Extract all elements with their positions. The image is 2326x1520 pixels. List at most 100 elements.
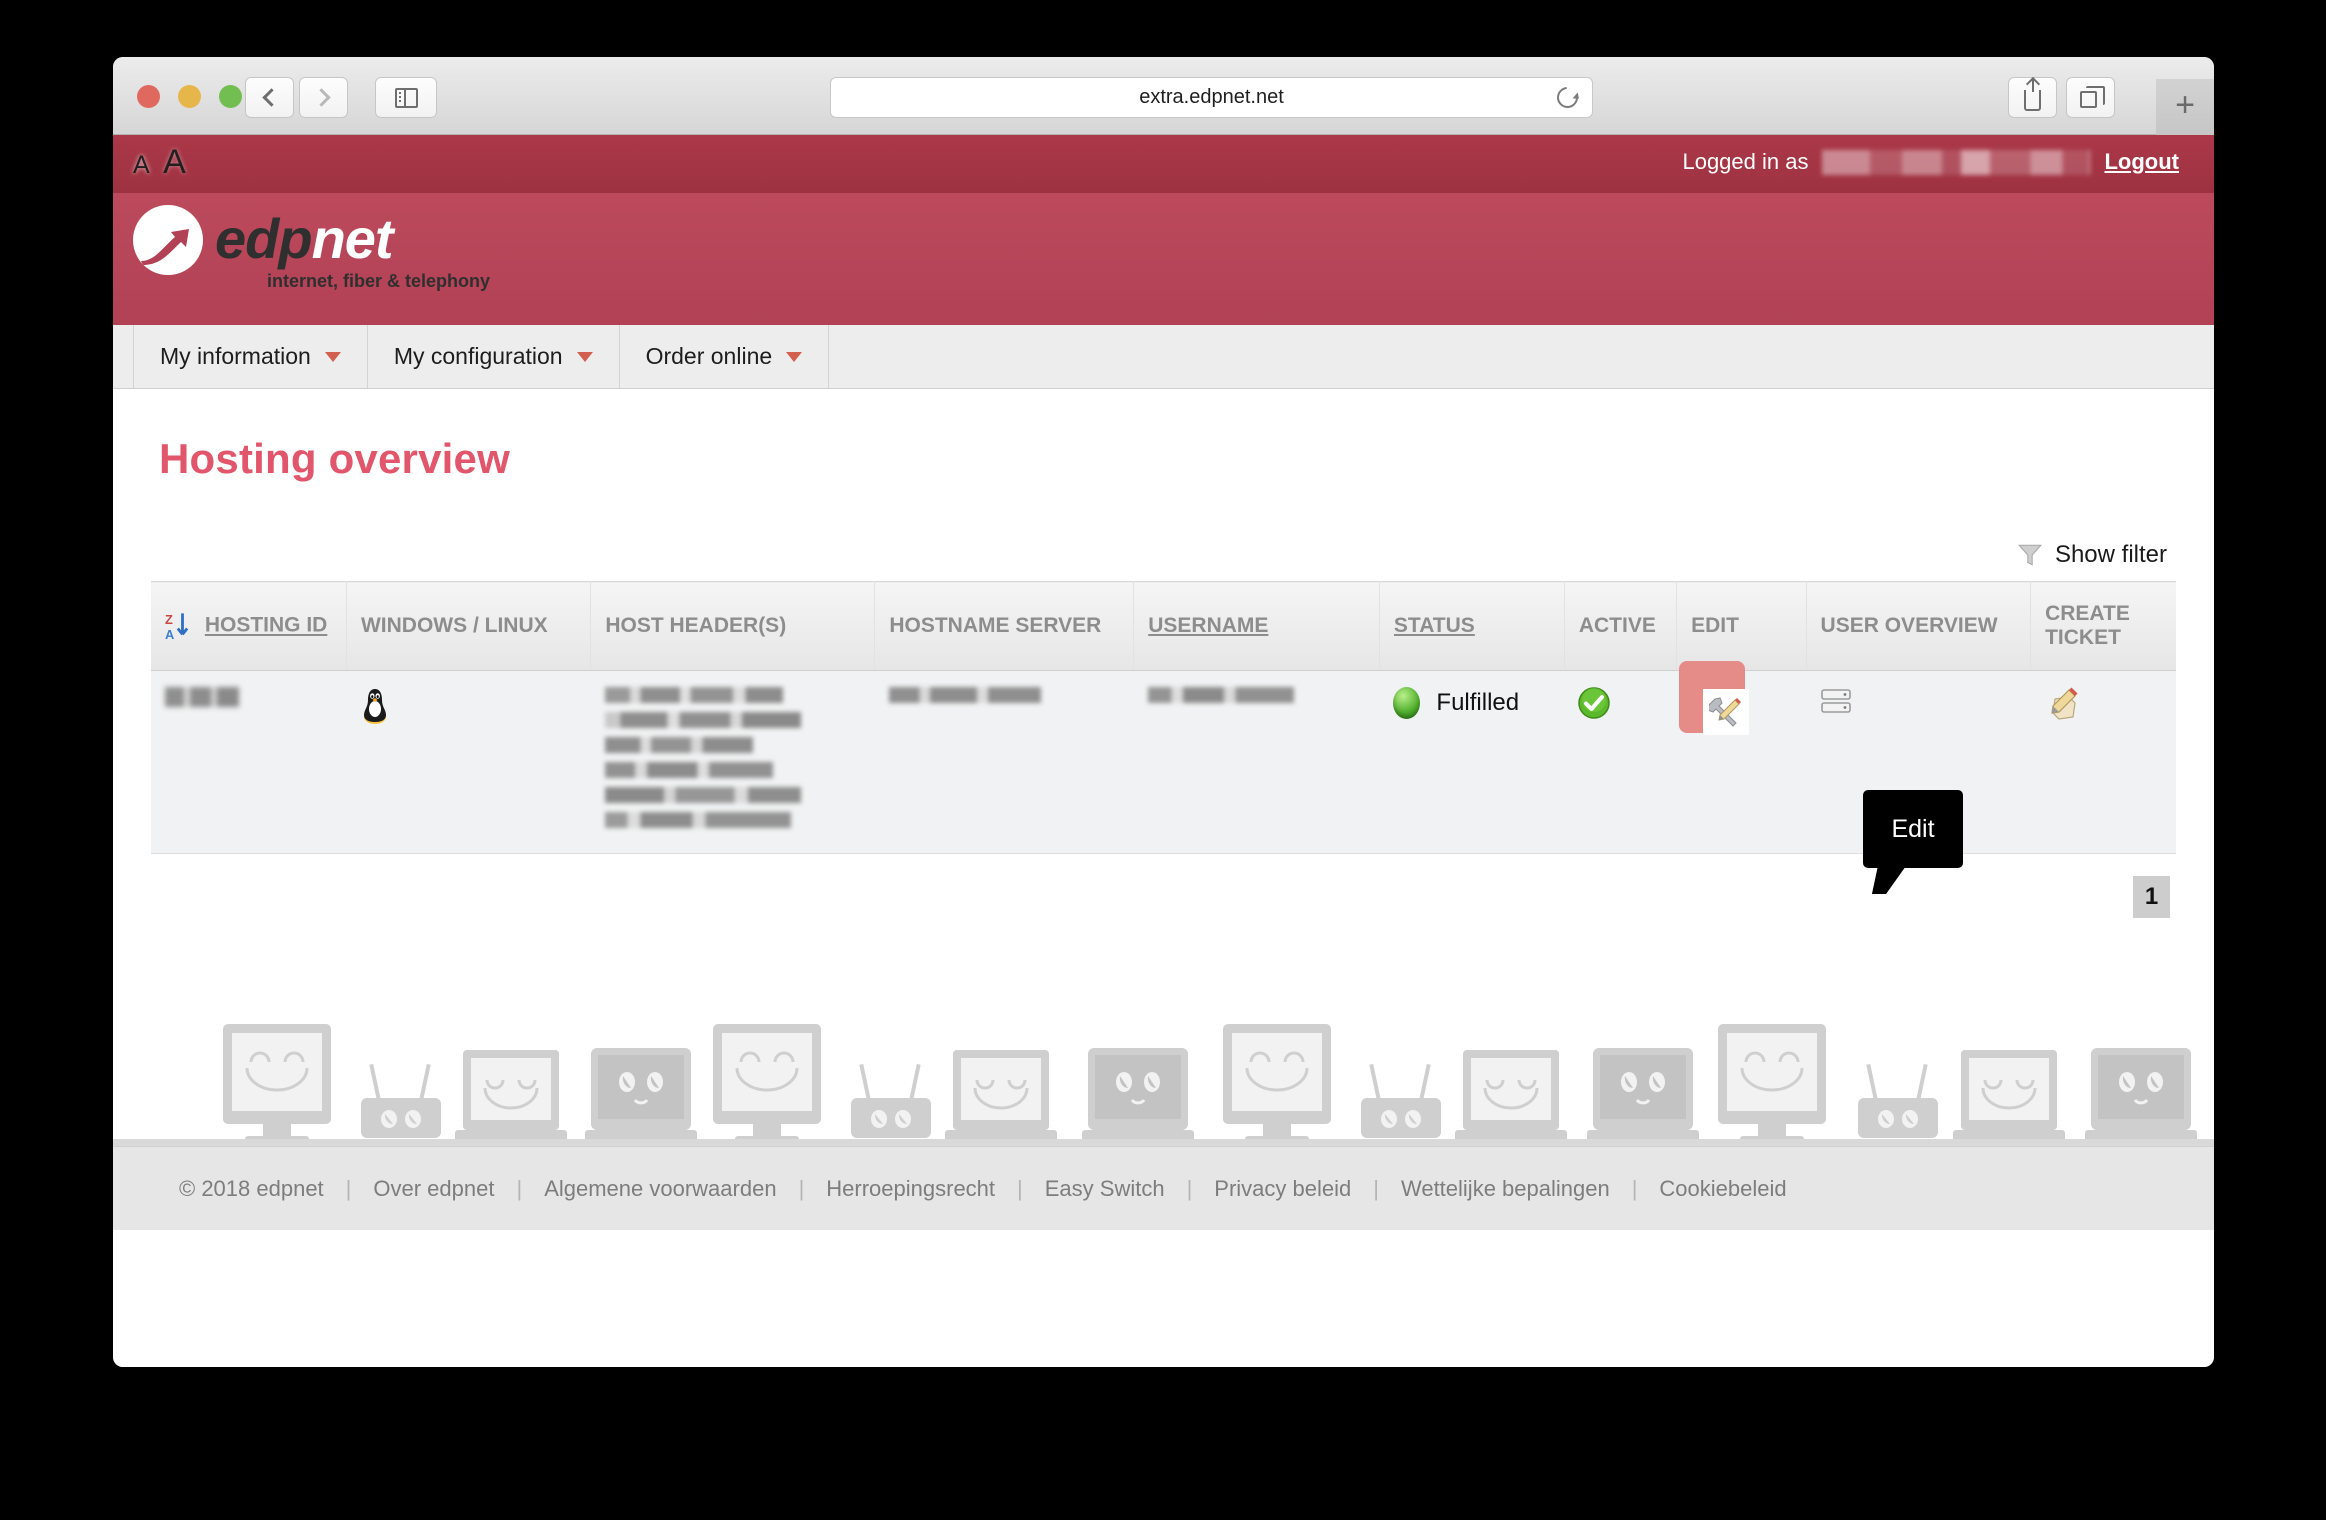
host-header-value <box>604 737 753 753</box>
footer-separator: | <box>516 1175 523 1201</box>
nav-label: Order online <box>645 343 773 369</box>
column-label: CREATE TICKET <box>2045 602 2130 649</box>
footer-separator: | <box>1631 1175 1638 1201</box>
column-label: WINDOWS / LINUX <box>360 614 548 637</box>
host-header-value <box>604 762 773 778</box>
site-footer: © 2018 edpnet | Over edpnet | Algemene v… <box>113 1146 2214 1230</box>
server-list-icon <box>1821 689 1851 713</box>
chevron-right-icon <box>312 88 331 107</box>
footer-link-easy-switch[interactable]: Easy Switch <box>1045 1176 1165 1202</box>
footer-separator: | <box>345 1175 352 1201</box>
browser-titlebar: extra.edpnet.net + <box>113 57 2214 135</box>
chevron-down-icon <box>324 351 341 362</box>
maximize-window-button[interactable] <box>219 85 242 108</box>
chevron-down-icon <box>786 351 803 362</box>
chevron-down-icon <box>576 351 593 362</box>
column-label: HOSTNAME SERVER <box>889 614 1102 637</box>
sidebar-icon <box>394 87 418 108</box>
tooltip-text: Edit <box>1891 814 1935 843</box>
footer-separator: | <box>1186 1175 1193 1201</box>
back-button[interactable] <box>245 77 294 118</box>
column-header-hostname-server: HOSTNAME SERVER <box>874 581 1135 671</box>
share-icon <box>2024 77 2041 111</box>
browser-right-buttons <box>2008 77 2115 118</box>
footer-separator: | <box>1373 1175 1379 1201</box>
cell-username <box>1133 670 1380 854</box>
decorative-monitors <box>113 1006 2214 1146</box>
column-label: USERNAME <box>1148 614 1269 637</box>
cell-status: Fulfilled <box>1379 670 1565 854</box>
footer-link-algemene-voorwaarden[interactable]: Algemene voorwaarden <box>544 1176 776 1202</box>
logout-link[interactable]: Logout <box>2104 149 2179 175</box>
sidebar-toggle-button[interactable] <box>375 77 437 118</box>
logo-circle-icon <box>133 205 203 275</box>
nav-item-my-information[interactable]: My information <box>133 325 368 388</box>
logged-in-label: Logged in as <box>1682 149 1809 174</box>
logo-tagline: internet, fiber & telephony <box>267 271 491 291</box>
column-label: HOSTING ID <box>204 613 328 637</box>
monitors-illustration <box>223 1024 2197 1144</box>
forward-button[interactable] <box>299 77 348 118</box>
sort-za-icon: Z A <box>165 612 189 641</box>
linux-tux-icon <box>364 689 387 724</box>
status-led-icon <box>1393 687 1421 719</box>
footer-link-over-edpnet[interactable]: Over edpnet <box>373 1176 494 1202</box>
show-filter-button[interactable]: Show filter <box>2055 541 2167 569</box>
nav-item-my-configuration[interactable]: My configuration <box>368 325 620 388</box>
host-header-value <box>604 687 783 703</box>
site-topbar: A A Logged in as Logout <box>113 135 2214 193</box>
edit-button[interactable] <box>1702 689 1749 735</box>
filter-funnel-icon <box>2017 544 2042 566</box>
footer-link-privacy-beleid[interactable]: Privacy beleid <box>1214 1176 1351 1202</box>
reload-icon[interactable] <box>1552 82 1583 113</box>
cell-hostname-server <box>874 670 1134 854</box>
footer-link-wettelijke-bepalingen[interactable]: Wettelijke bepalingen <box>1401 1176 1610 1202</box>
address-bar[interactable]: extra.edpnet.net <box>830 77 1593 118</box>
username-value <box>1147 687 1294 703</box>
footer-separator: | <box>1017 1175 1023 1201</box>
share-button[interactable] <box>2008 77 2057 118</box>
page-content: A A Logged in as Logout edpnet internet,… <box>113 135 2214 1367</box>
footer-link-cookiebeleid[interactable]: Cookiebeleid <box>1659 1176 1786 1202</box>
site-brandbar: edpnet internet, fiber & telephony <box>113 193 2214 325</box>
window-controls <box>137 85 242 108</box>
svg-text:Z: Z <box>165 612 173 627</box>
new-tab-button[interactable]: + <box>2156 79 2214 135</box>
browser-nav-buttons <box>245 77 437 118</box>
minimize-window-button[interactable] <box>178 85 201 108</box>
cell-os <box>346 670 591 854</box>
logged-in-username <box>1822 149 2091 175</box>
column-header-windows-linux: WINDOWS / LINUX <box>346 581 592 671</box>
column-label: ACTIVE <box>1578 614 1656 637</box>
hostname-server-value <box>888 687 1041 703</box>
column-header-username[interactable]: USERNAME <box>1133 581 1380 671</box>
filter-bar: Show filter <box>151 483 2176 581</box>
logo-wordmark: edpnet internet, fiber & telephony <box>215 211 490 292</box>
create-ticket-button[interactable] <box>2045 687 2079 726</box>
footer-copyright: © 2018 edpnet <box>179 1175 324 1201</box>
text-size-small-button[interactable]: A <box>133 151 150 179</box>
pencil-note-icon <box>2050 687 2078 720</box>
text-size-large-button[interactable]: A <box>163 143 186 181</box>
close-window-button[interactable] <box>137 85 160 108</box>
cell-create-ticket <box>2030 670 2176 854</box>
pagination-page-1[interactable]: 1 <box>2133 876 2170 918</box>
logo-arrow-icon <box>141 229 189 265</box>
host-header-value <box>604 787 801 803</box>
logo-text-edp: edp <box>215 207 313 270</box>
nav-label: My configuration <box>393 343 563 369</box>
tab-overview-button[interactable] <box>2066 77 2115 118</box>
column-header-hosting-id[interactable]: Z A HOSTING ID <box>151 581 347 671</box>
green-check-icon <box>1578 687 1611 719</box>
edpnet-logo[interactable]: edpnet internet, fiber & telephony <box>133 205 490 292</box>
nav-item-order-online[interactable]: Order online <box>620 325 830 388</box>
nav-label: My information <box>160 343 311 369</box>
tabs-icon <box>2080 85 2105 108</box>
text-size-controls: A A <box>133 143 186 182</box>
svg-text:A: A <box>165 627 174 641</box>
host-header-value <box>604 712 801 728</box>
footer-link-herroepingsrecht[interactable]: Herroepingsrecht <box>826 1176 995 1202</box>
column-header-status[interactable]: STATUS <box>1379 581 1565 671</box>
user-overview-button[interactable] <box>1820 689 1854 722</box>
url-text: extra.edpnet.net <box>1139 86 1284 108</box>
